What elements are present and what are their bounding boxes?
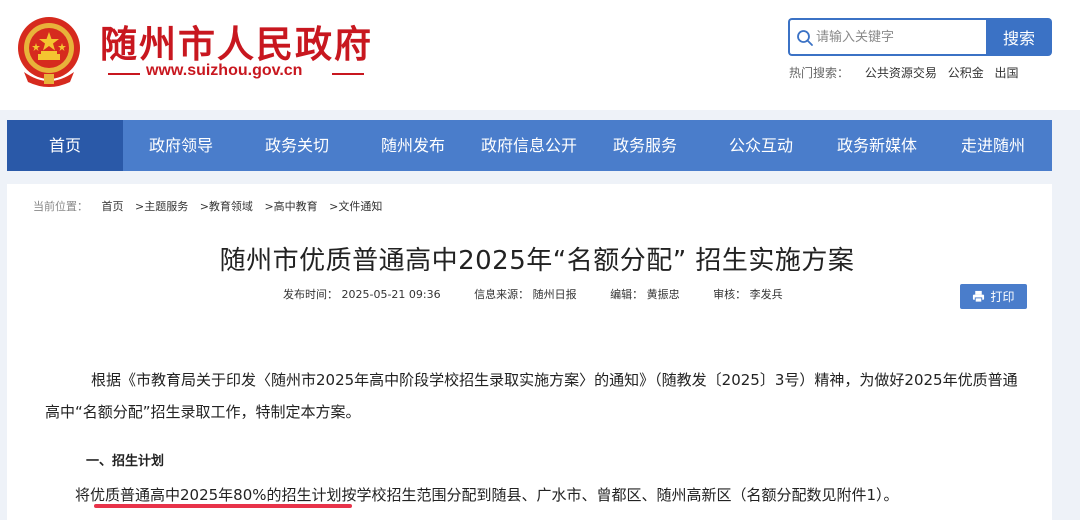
article-title: 随州市优质普通高中2025年“名额分配” 招生实施方案 bbox=[219, 246, 855, 276]
nav-item-services[interactable]: 政务服务 bbox=[587, 120, 703, 171]
print-button[interactable]: 打印 bbox=[960, 284, 1027, 309]
national-emblem-icon bbox=[18, 17, 80, 87]
hot-search: 热门搜索： 公共资源交易 公积金 出国 bbox=[789, 64, 1026, 81]
hot-search-link[interactable]: 公积金 bbox=[948, 66, 984, 80]
search-icon bbox=[797, 30, 813, 46]
nav-item-interaction[interactable]: 公众互动 bbox=[703, 120, 819, 171]
search-box bbox=[788, 18, 988, 56]
hot-search-label: 热门搜索： bbox=[789, 66, 850, 80]
nav-item-info-disclosure[interactable]: 政府信息公开 bbox=[471, 120, 587, 171]
breadcrumb-link[interactable]: >教育领域 bbox=[200, 200, 253, 213]
search-input[interactable] bbox=[816, 20, 984, 54]
print-label: 打印 bbox=[990, 290, 1015, 304]
site-title[interactable]: 随州市人民政府 bbox=[100, 14, 373, 68]
breadcrumb-link[interactable]: >主题服务 bbox=[135, 200, 188, 213]
publish-time: 发布时间： 2025-05-21 09:36 bbox=[283, 288, 441, 301]
reviewer: 审核： 李发兵 bbox=[713, 288, 783, 301]
url-left-line bbox=[108, 73, 140, 75]
breadcrumb-label: 当前位置： bbox=[33, 200, 88, 213]
printer-icon bbox=[973, 290, 985, 303]
breadcrumb: 当前位置： 首页 >主题服务 >教育领域 >高中教育 >文件通知 bbox=[33, 198, 390, 214]
breadcrumb-link[interactable]: >高中教育 bbox=[264, 200, 317, 213]
info-source: 信息来源： 随州日报 bbox=[474, 288, 577, 301]
url-right-line bbox=[332, 73, 364, 75]
nav-item-home[interactable]: 首页 bbox=[7, 120, 123, 171]
breadcrumb-link[interactable]: 首页 bbox=[102, 200, 124, 213]
nav-item-releases[interactable]: 随州发布 bbox=[355, 120, 471, 171]
breadcrumb-link[interactable]: >文件通知 bbox=[329, 200, 382, 213]
nav-item-about-suizhou[interactable]: 走进随州 bbox=[935, 120, 1051, 171]
site-url-row: www.suizhou.gov.cn bbox=[100, 62, 368, 84]
main-nav: 首页 政府领导 政务关切 随州发布 政府信息公开 政务服务 公众互动 政务新媒体… bbox=[7, 120, 1052, 171]
highlight-underline bbox=[94, 504, 352, 508]
nav-item-concerns[interactable]: 政务关切 bbox=[239, 120, 355, 171]
page: 随州市人民政府 www.suizhou.gov.cn 搜索 热门搜索： 公共资源… bbox=[0, 0, 1080, 520]
nav-item-leaders[interactable]: 政府领导 bbox=[123, 120, 239, 171]
article-meta: 发布时间： 2025-05-21 09:36 信息来源： 随州日报 编辑： 黄振… bbox=[283, 286, 813, 302]
site-header: 随州市人民政府 www.suizhou.gov.cn 搜索 热门搜索： 公共资源… bbox=[0, 0, 1080, 110]
search-button[interactable]: 搜索 bbox=[986, 18, 1052, 56]
site-url[interactable]: www.suizhou.gov.cn bbox=[146, 62, 302, 80]
editor: 编辑： 黄振忠 bbox=[610, 288, 680, 301]
article-card: 当前位置： 首页 >主题服务 >教育领域 >高中教育 >文件通知 随州市优质普通… bbox=[7, 184, 1052, 520]
section-heading: 一、招生计划 bbox=[86, 454, 165, 469]
hot-search-link[interactable]: 出国 bbox=[995, 66, 1019, 80]
article-paragraph: 根据《市教育局关于印发〈随州市2025年高中阶段学校招生录取实施方案〉的通知》（… bbox=[45, 371, 1018, 421]
hot-search-link[interactable]: 公共资源交易 bbox=[865, 66, 937, 80]
nav-item-new-media[interactable]: 政务新媒体 bbox=[819, 120, 935, 171]
